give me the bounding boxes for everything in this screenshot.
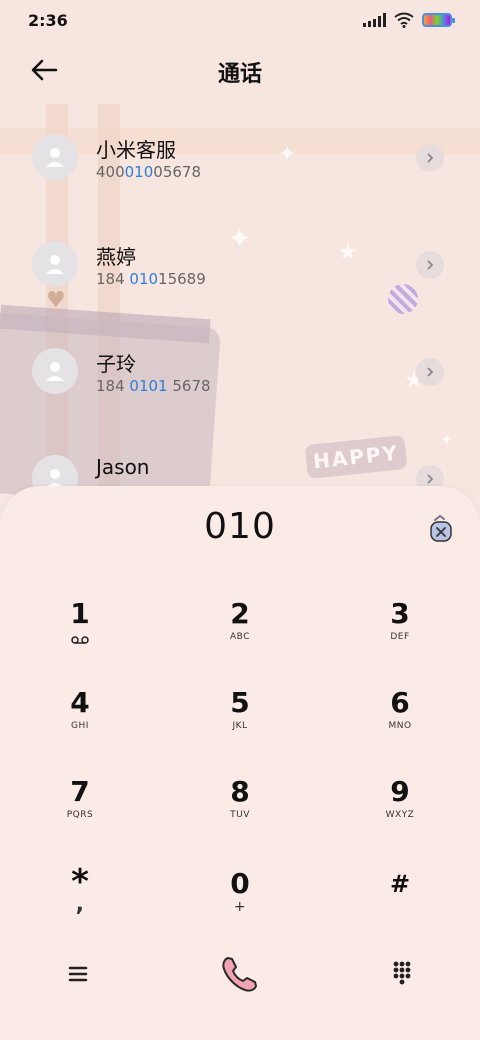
menu-icon <box>68 966 88 982</box>
keypad-icon <box>393 961 411 985</box>
person-icon <box>46 255 64 274</box>
contact-number: 40001005678 <box>96 163 201 181</box>
dial-key-6[interactable]: 6 MNO <box>340 687 460 757</box>
wifi-icon <box>394 12 414 28</box>
signal-icon <box>363 13 386 27</box>
contact-name: 子玲 <box>96 352 136 376</box>
dial-key-5[interactable]: 5 JKL <box>180 687 300 757</box>
contact-row[interactable]: 子玲 184 0101 5678 <box>0 326 480 426</box>
header: 通话 <box>0 44 480 96</box>
status-bar: 2:36 <box>0 0 480 40</box>
battery-icon <box>422 13 455 27</box>
voicemail-icon <box>71 636 89 644</box>
chevron-right-icon <box>427 474 434 484</box>
avatar <box>32 348 78 394</box>
avatar <box>32 241 78 287</box>
keypad-toggle-button[interactable] <box>388 958 416 986</box>
dialed-number-display: 010 <box>204 506 276 547</box>
contact-detail-button[interactable] <box>416 358 444 386</box>
person-icon <box>46 362 64 381</box>
phone-icon <box>222 957 257 992</box>
menu-button[interactable] <box>64 960 92 988</box>
dial-key-star[interactable]: * , <box>20 865 140 938</box>
call-button[interactable] <box>216 950 264 998</box>
status-time: 2:36 <box>28 11 68 30</box>
person-icon <box>46 148 64 167</box>
dial-key-hash[interactable]: # <box>340 868 460 938</box>
contact-row[interactable]: 燕婷 184 01015689 <box>0 219 480 319</box>
delete-button[interactable] <box>426 514 456 544</box>
contact-name: Jason <box>96 455 150 479</box>
dial-key-9[interactable]: 9 WXYZ <box>340 776 460 846</box>
page-title: 通话 <box>217 62 262 87</box>
contact-name: 燕婷 <box>96 245 136 269</box>
contact-number: 184 0101 5678 <box>96 377 211 395</box>
contact-row[interactable]: 小米客服 40001005678 <box>0 112 480 212</box>
dialpad-bottom-bar <box>0 946 480 1006</box>
dial-key-0[interactable]: 0 + <box>180 868 300 938</box>
dial-key-1[interactable]: 1 <box>20 598 140 668</box>
contact-detail-button[interactable] <box>416 144 444 172</box>
dial-key-8[interactable]: 8 TUV <box>180 776 300 846</box>
status-icons <box>363 12 455 28</box>
chevron-right-icon <box>427 153 434 163</box>
backspace-jar-icon <box>430 514 452 542</box>
avatar <box>32 134 78 180</box>
chevron-right-icon <box>427 260 434 270</box>
dial-key-2[interactable]: 2 ABC <box>180 598 300 668</box>
contact-name: 小米客服 <box>96 138 176 162</box>
dial-key-7[interactable]: 7 PQRS <box>20 776 140 846</box>
chevron-right-icon <box>427 367 434 377</box>
contact-detail-button[interactable] <box>416 251 444 279</box>
dialpad-panel: 010 1 2 ABC 3 DEF 4 GHI 5 JKL 6 MNO 7 PQ… <box>0 486 480 1040</box>
dial-key-3[interactable]: 3 DEF <box>340 598 460 668</box>
contact-number: 184 01015689 <box>96 270 206 288</box>
dial-key-4[interactable]: 4 GHI <box>20 687 140 757</box>
